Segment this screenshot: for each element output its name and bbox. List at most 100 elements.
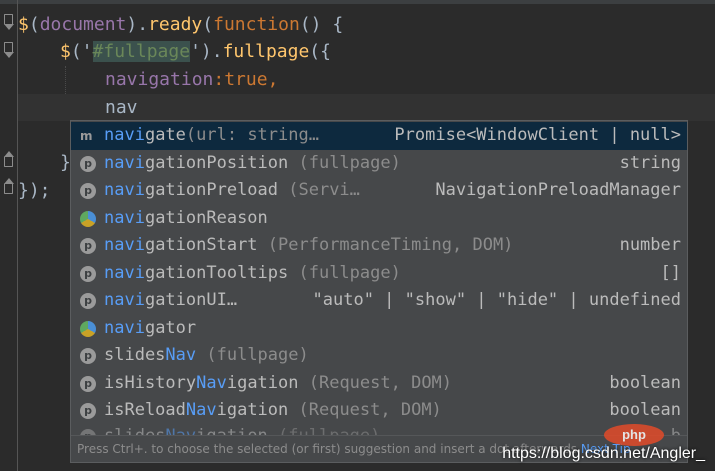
code-rest: { <box>320 41 331 62</box>
completion-item-navigationUI[interactable]: p navigationUI… "auto" | "show" | "hide"… <box>71 287 687 315</box>
rest-text: gate <box>144 125 186 145</box>
prefix-text: isReload <box>104 400 186 420</box>
match-text: Nav <box>185 400 217 420</box>
match-text: navi <box>104 180 145 200</box>
match-text: Nav <box>196 372 227 393</box>
signature-text: (fullpage) <box>288 262 401 283</box>
completion-item-slidesNav[interactable]: p slidesNav (fullpage) <box>71 342 687 370</box>
variable-icon <box>80 320 96 337</box>
signature-text: (Request, DOM) <box>298 372 453 393</box>
completion-name: navigationReason <box>104 205 268 233</box>
completion-name: navigationPosition (fullpage) <box>104 150 401 178</box>
completion-item-navigationPosition[interactable]: p navigationPosition (fullpage) string <box>71 150 687 178</box>
dot: '). <box>190 41 223 62</box>
rest-text: igation <box>226 372 299 393</box>
type-label: boolean <box>609 372 681 393</box>
navigation-key: navigation <box>105 69 214 90</box>
completion-name: isHistoryNavigation (Request, DOM) <box>104 370 452 398</box>
selector-string: #fullpage <box>92 41 191 62</box>
dot: ). <box>126 14 149 35</box>
rest-text: gationStart <box>144 235 258 255</box>
match-text: navi <box>104 207 145 228</box>
completion-name: navigationUI… <box>104 287 237 315</box>
completion-item-navigationStart[interactable]: p navigationStart (PerformanceTiming, DO… <box>71 232 687 260</box>
completion-item-navigate[interactable]: m navigate(url: string… Promise<WindowCl… <box>71 122 687 150</box>
type-label: "auto" | "show" | "hide" | undefined <box>312 290 681 310</box>
ready-method: ready <box>148 14 203 35</box>
prefix-text: isHistory <box>104 372 197 393</box>
code-line-4-current[interactable]: nav <box>18 94 715 121</box>
rest-text: gationUI… <box>144 290 238 310</box>
completion-item-isReloadNavigation[interactable]: p isReloadNavigation (Request, DOM) bool… <box>71 397 687 425</box>
match-text: navi <box>104 125 145 145</box>
property-icon: p <box>80 403 96 419</box>
true-value: true <box>224 69 268 90</box>
completion-name: navigator <box>104 315 196 343</box>
fold-collapse-icon[interactable] <box>4 14 14 30</box>
signature-text: (PerformanceTiming, DOM) <box>257 235 514 255</box>
autocomplete-popup[interactable]: m navigate(url: string… Promise<WindowCl… <box>70 120 688 463</box>
property-icon: p <box>80 375 96 392</box>
variable-icon <box>80 210 96 227</box>
completion-item-navigator[interactable]: navigator <box>71 315 687 343</box>
completion-item-navigationPreload[interactable]: p navigationPreload (Servi… NavigationPr… <box>71 177 687 205</box>
fold-expand-icon[interactable] <box>4 151 14 167</box>
property-icon: p <box>80 238 96 254</box>
completion-name: navigationTooltips (fullpage) <box>104 260 401 288</box>
match-text: navi <box>104 290 145 310</box>
type-label: number <box>619 235 681 255</box>
rest-text: gationPreload <box>144 180 279 200</box>
type-label: NavigationPreloadManager <box>435 180 681 200</box>
comma: , <box>267 69 279 90</box>
rest-text: igation <box>216 400 289 420</box>
prefix-text: slides <box>104 345 166 365</box>
jquery-dollar: $ <box>18 14 29 35</box>
closing-brace: }); <box>18 180 51 201</box>
fullpage-method: fullpage <box>222 41 310 62</box>
rest-text: gationTooltips <box>144 262 289 283</box>
function-keyword: function <box>213 14 300 35</box>
completion-name: isReloadNavigation (Request, DOM) <box>104 397 442 425</box>
completion-item-navigationReason[interactable]: navigationReason <box>71 205 687 233</box>
completion-name: navigate(url: string… <box>104 122 319 150</box>
signature-text: (Request, DOM) <box>288 400 442 420</box>
watermark-text: https://blog.csdn.net/Angler_ <box>502 445 705 462</box>
type-label: Promise<WindowClient | null> <box>394 125 681 145</box>
paren: ( <box>202 14 214 35</box>
property-icon: p <box>80 265 96 282</box>
property-icon: p <box>80 293 96 309</box>
fold-expand-icon[interactable] <box>4 178 14 194</box>
code-rest: () { <box>299 14 344 35</box>
type-label: string <box>619 152 681 173</box>
paren: ( <box>28 14 40 35</box>
rest-text: gationReason <box>144 207 268 228</box>
match-text: Nav <box>165 345 197 365</box>
jquery-dollar: $ <box>60 41 71 62</box>
document-arg: document <box>39 14 127 35</box>
code-line-2[interactable]: $('#fullpage').fullpage({ <box>60 38 331 65</box>
property-icon: p <box>80 348 96 364</box>
match-text: navi <box>104 152 145 173</box>
property-icon: p <box>80 183 96 199</box>
rest-text: gationPosition <box>144 152 289 173</box>
property-icon: p <box>80 155 96 172</box>
editor-top-strip <box>0 0 715 4</box>
signature-text: (Servi… <box>278 180 360 200</box>
method-icon: m <box>80 129 93 143</box>
code-line-6[interactable]: }); <box>18 177 51 204</box>
gutter-divider <box>17 0 18 471</box>
type-label: boolean <box>609 400 681 420</box>
code-line-1[interactable]: $(document).ready(function() { <box>18 11 343 38</box>
code-line-3[interactable]: navigation:true, <box>105 66 278 93</box>
completion-item-isHistoryNavigation[interactable]: p isHistoryNavigation (Request, DOM) boo… <box>71 370 687 398</box>
paren: (' <box>70 41 93 62</box>
completion-name: navigationStart (PerformanceTiming, DOM) <box>104 232 513 260</box>
match-text: navi <box>104 317 145 338</box>
fold-collapse-icon[interactable] <box>4 42 14 58</box>
completion-item-navigationTooltips[interactable]: p navigationTooltips (fullpage) [] <box>71 260 687 288</box>
signature-text: (fullpage) <box>288 152 401 173</box>
match-text: navi <box>104 235 145 255</box>
signature-text: (url: string… <box>185 125 319 145</box>
colon: : <box>213 69 225 90</box>
match-text: navi <box>104 262 145 283</box>
